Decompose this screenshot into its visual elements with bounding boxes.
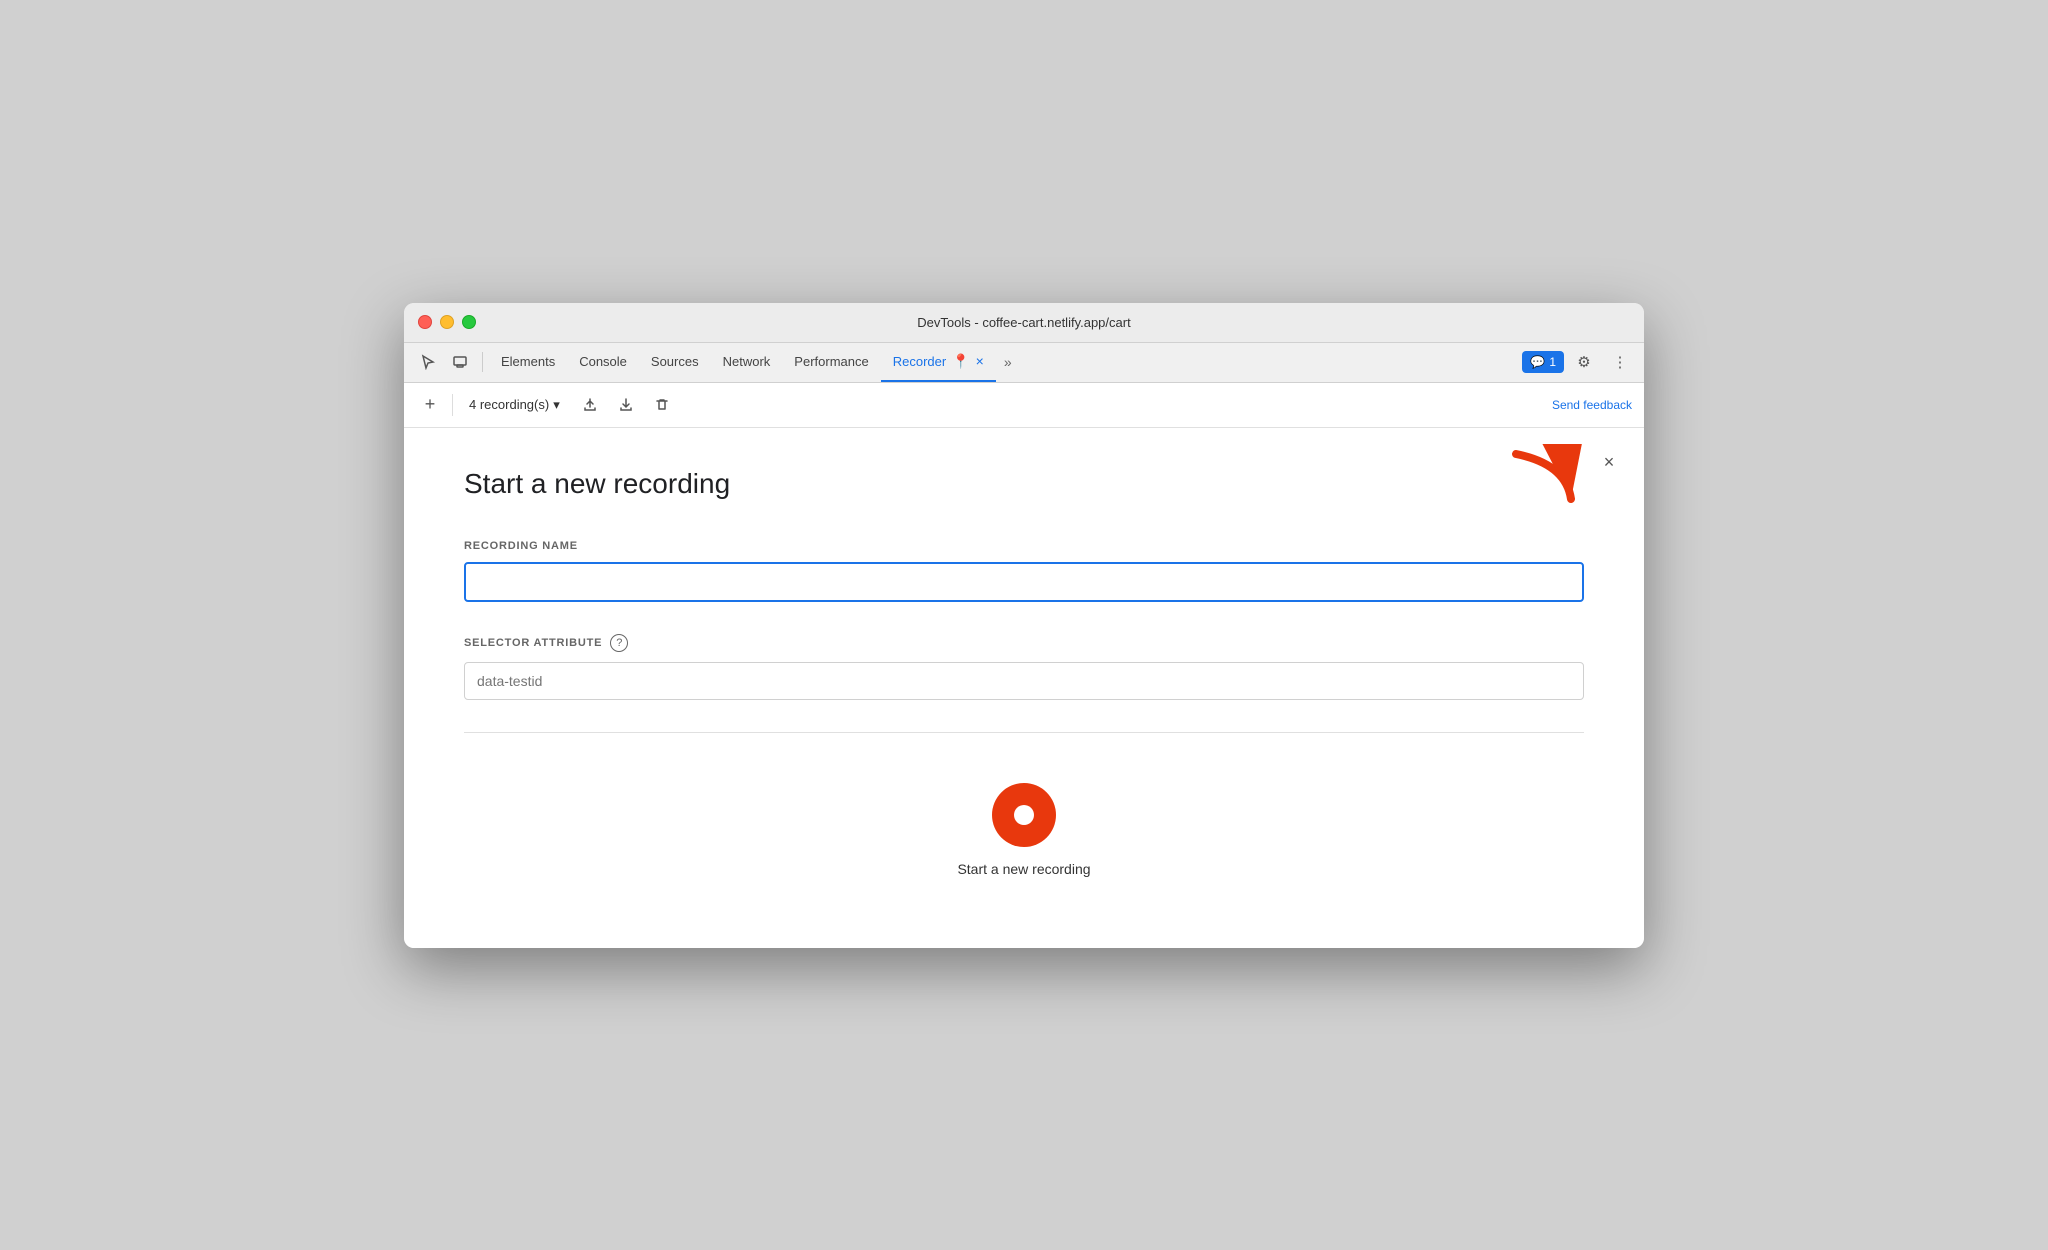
main-content: × Start a new recording RECORDING NAME S… bbox=[404, 428, 1644, 948]
add-recording-button[interactable]: + bbox=[416, 391, 444, 419]
recording-name-input[interactable] bbox=[464, 562, 1584, 602]
record-button-inner bbox=[1014, 805, 1034, 825]
settings-icon[interactable]: ⚙ bbox=[1568, 346, 1600, 378]
start-recording-label: Start a new recording bbox=[957, 861, 1090, 877]
recording-name-group: RECORDING NAME bbox=[464, 540, 1584, 602]
tab-sources[interactable]: Sources bbox=[639, 342, 711, 382]
chevron-down-icon: ▾ bbox=[553, 397, 560, 413]
minimize-button[interactable] bbox=[440, 315, 454, 329]
export-button[interactable] bbox=[576, 391, 604, 419]
title-bar: DevTools - coffee-cart.netlify.app/cart bbox=[404, 303, 1644, 343]
device-icon[interactable] bbox=[444, 346, 476, 378]
feedback-count: 1 bbox=[1549, 355, 1556, 369]
import-button[interactable] bbox=[612, 391, 640, 419]
maximize-button[interactable] bbox=[462, 315, 476, 329]
send-feedback-link[interactable]: Send feedback bbox=[1552, 398, 1632, 412]
tab-elements[interactable]: Elements bbox=[489, 342, 567, 382]
traffic-lights bbox=[418, 315, 476, 329]
chat-icon: 💬 bbox=[1530, 355, 1545, 369]
recorder-close-icon[interactable]: × bbox=[976, 353, 984, 369]
tab-performance[interactable]: Performance bbox=[782, 342, 880, 382]
tab-network[interactable]: Network bbox=[711, 342, 783, 382]
more-options-icon[interactable]: ⋮ bbox=[1604, 346, 1636, 378]
recordings-dropdown[interactable]: 4 recording(s) ▾ bbox=[461, 393, 568, 417]
red-arrow-indicator bbox=[1506, 444, 1586, 519]
recording-name-label: RECORDING NAME bbox=[464, 540, 1584, 552]
toolbar-divider bbox=[452, 394, 453, 416]
close-panel-button[interactable]: × bbox=[1594, 448, 1624, 478]
tab-console[interactable]: Console bbox=[567, 342, 639, 382]
devtools-tabs: Elements Console Sources Network Perform… bbox=[404, 343, 1644, 383]
delete-button[interactable] bbox=[648, 391, 676, 419]
window-title: DevTools - coffee-cart.netlify.app/cart bbox=[917, 315, 1130, 330]
more-tabs-button[interactable]: » bbox=[996, 342, 1020, 382]
selector-attribute-label: SELECTOR ATTRIBUTE bbox=[464, 637, 602, 649]
form-divider bbox=[464, 732, 1584, 733]
feedback-button[interactable]: 💬 1 bbox=[1522, 351, 1564, 373]
devtools-actions: 💬 1 ⚙ ⋮ bbox=[1522, 346, 1636, 378]
recordings-count-label: 4 recording(s) bbox=[469, 397, 549, 412]
selector-attribute-group: SELECTOR ATTRIBUTE ? bbox=[464, 634, 1584, 700]
close-button[interactable] bbox=[418, 315, 432, 329]
recorder-toolbar: + 4 recording(s) ▾ Send feedback bbox=[404, 383, 1644, 428]
recorder-pin-icon: 📍 bbox=[952, 353, 969, 370]
form-title: Start a new recording bbox=[464, 468, 1584, 500]
record-section: Start a new recording bbox=[464, 753, 1584, 907]
tab-recorder[interactable]: Recorder 📍 × bbox=[881, 342, 996, 382]
selector-label-row: SELECTOR ATTRIBUTE ? bbox=[464, 634, 1584, 652]
tab-separator-1 bbox=[482, 352, 483, 372]
devtools-window: DevTools - coffee-cart.netlify.app/cart … bbox=[404, 303, 1644, 948]
start-recording-button[interactable] bbox=[992, 783, 1056, 847]
cursor-icon[interactable] bbox=[412, 346, 444, 378]
help-icon[interactable]: ? bbox=[610, 634, 628, 652]
selector-attribute-input[interactable] bbox=[464, 662, 1584, 700]
